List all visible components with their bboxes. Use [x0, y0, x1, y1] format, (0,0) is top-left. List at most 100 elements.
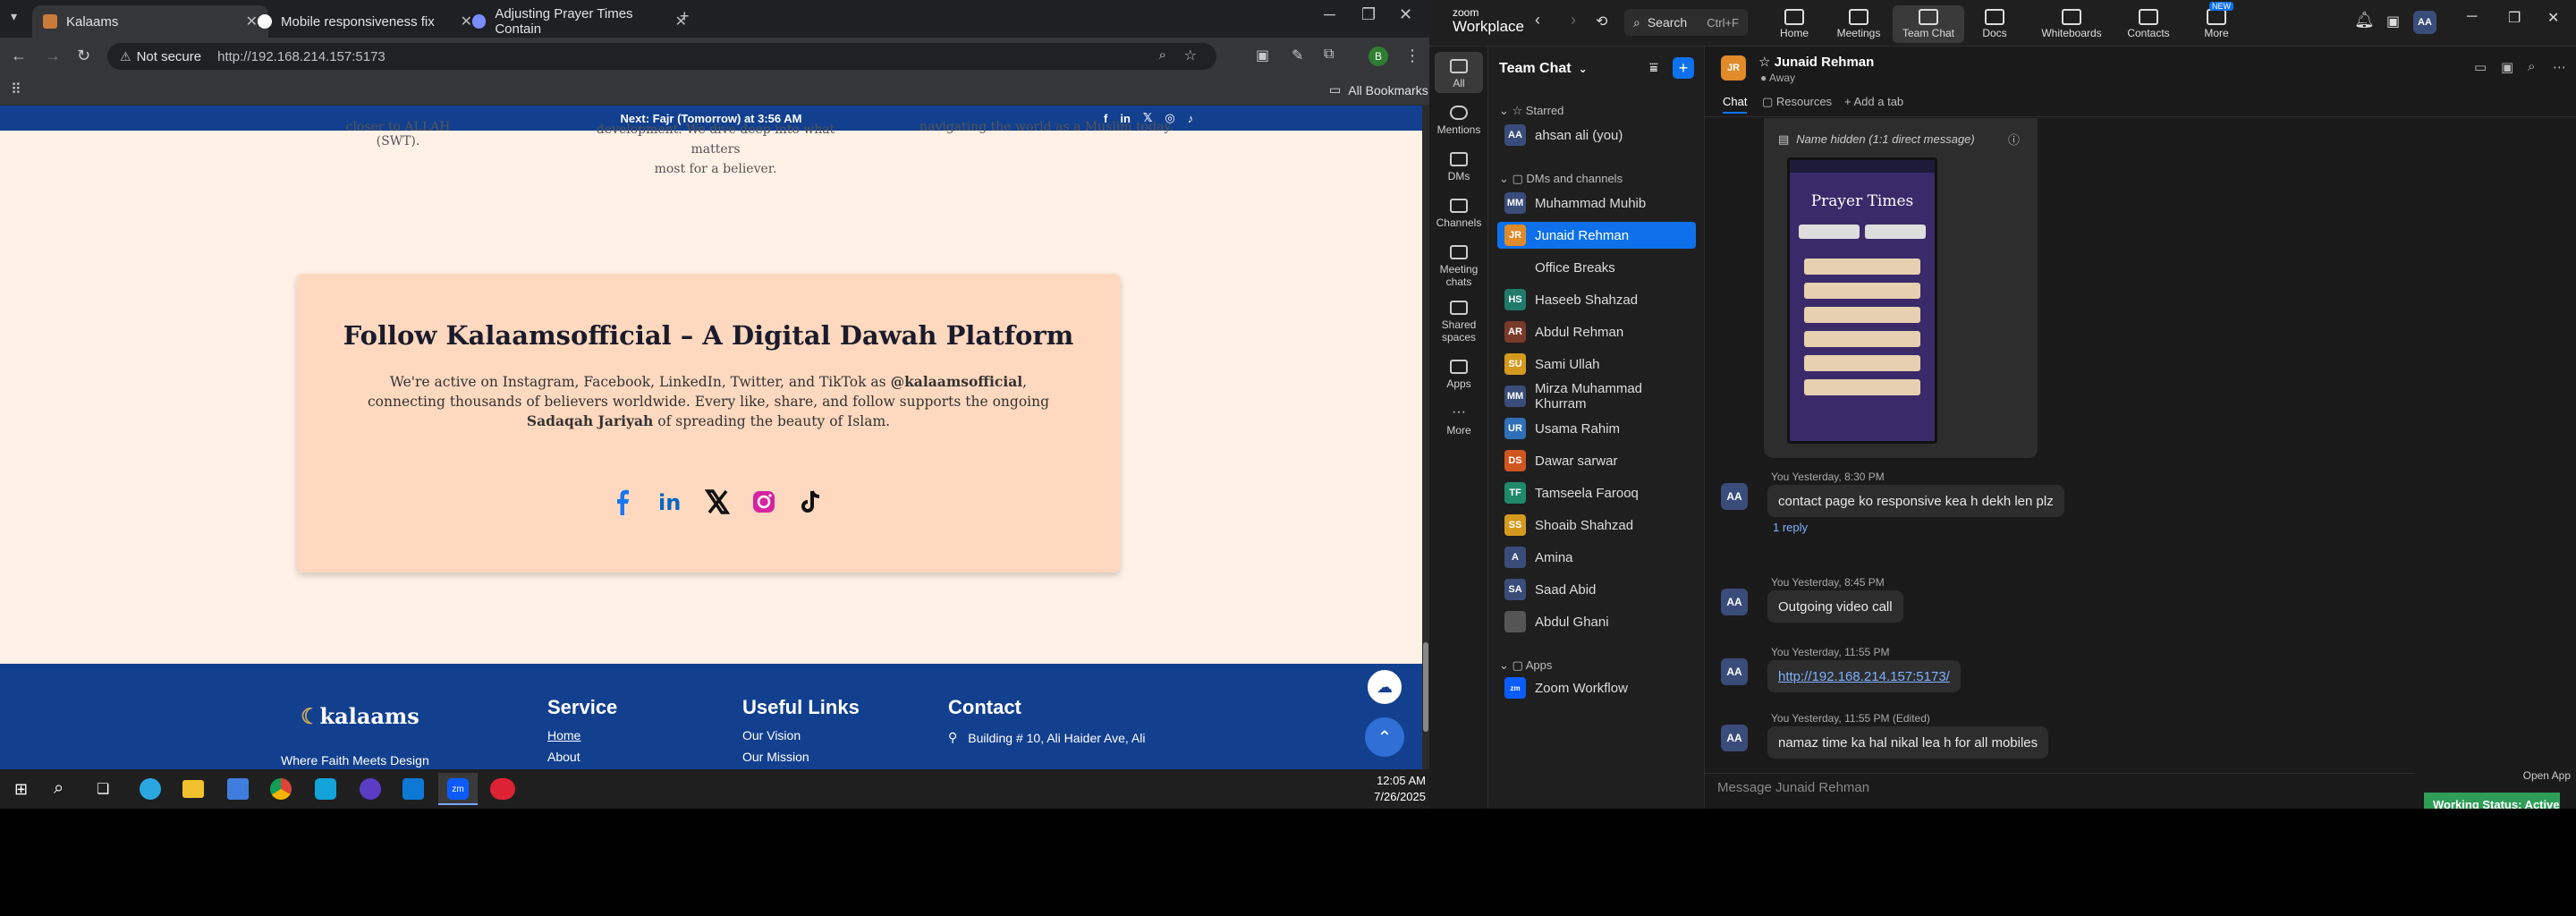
footer-link-mission[interactable]: Our Mission — [742, 750, 809, 764]
message-text[interactable]: http://192.168.214.157:5173/ — [1778, 669, 1950, 684]
restore-window-icon[interactable]: ❐ — [1361, 5, 1376, 24]
github-desktop-icon[interactable] — [360, 778, 381, 800]
nav-home[interactable]: Home — [1758, 5, 1830, 43]
apps-header[interactable]: ⌄ ▢ Apps — [1499, 658, 1552, 673]
sidebar-item-shared-spaces[interactable]: Shared spaces — [1429, 301, 1488, 344]
new-chat-plus-icon[interactable]: + — [1673, 57, 1694, 79]
snipping-tool-icon[interactable] — [490, 778, 515, 800]
zoom-taskbar-button[interactable]: zm — [438, 773, 478, 805]
contact-item[interactable]: UR Usama Rahim — [1497, 415, 1696, 442]
chat-avatar[interactable]: JR — [1721, 55, 1746, 81]
nav-meetings[interactable]: Meetings — [1823, 5, 1894, 43]
sender-avatar[interactable]: AA — [1721, 725, 1748, 751]
facebook-icon[interactable] — [610, 488, 635, 515]
close-window-icon[interactable]: ✕ — [2547, 9, 2559, 27]
close-window-icon[interactable]: ✕ — [1399, 5, 1412, 24]
tab-search-icon[interactable]: ▾ — [11, 9, 17, 24]
edge-icon[interactable] — [140, 778, 161, 800]
contact-item[interactable]: Office Breaks — [1497, 254, 1696, 281]
contact-item[interactable]: MM Muhammad Muhib — [1497, 190, 1696, 216]
scrollbar-thumb[interactable] — [1423, 642, 1428, 732]
x-twitter-icon[interactable] — [705, 488, 730, 515]
chat-header-name[interactable]: ☆ Junaid Rehman — [1758, 54, 1874, 70]
sender-avatar[interactable]: AA — [1721, 658, 1748, 685]
contact-item[interactable]: Abdul Ghani — [1497, 608, 1696, 635]
tab-resources[interactable]: ▢ Resources — [1762, 95, 1832, 109]
footer-link-vision[interactable]: Our Vision — [742, 728, 801, 742]
sidebar-item-dms[interactable]: DMs — [1429, 152, 1488, 182]
tiktok-icon[interactable] — [798, 488, 823, 515]
screen-share-icon[interactable]: ▣ — [2501, 59, 2513, 75]
nav-team-chat[interactable]: Team Chat — [1893, 5, 1964, 43]
contact-item[interactable]: A Amina — [1497, 544, 1696, 571]
team-chat-title-button[interactable]: Team Chat ⌄ — [1499, 61, 1588, 77]
prayer-times-phone-screenshot[interactable]: Prayer Times — [1787, 157, 1937, 444]
reply-count-link[interactable]: 1 reply — [1773, 521, 1808, 534]
nav-more[interactable]: More — [2181, 5, 2252, 43]
file-explorer-icon[interactable] — [182, 780, 204, 798]
whiteboard-quick-icon[interactable]: ▣ — [2386, 13, 2400, 30]
message-input[interactable]: Message Junaid Rehman — [1717, 780, 1869, 795]
new-tab-icon[interactable]: + — [680, 7, 690, 26]
sidebar-item-mentions[interactable]: Mentions — [1429, 106, 1488, 136]
contact-item[interactable]: MM Mirza Muhammad Khurram — [1497, 381, 1696, 411]
sender-avatar[interactable]: AA — [1721, 589, 1748, 615]
forward-icon[interactable]: › — [1571, 11, 1576, 30]
tab-add[interactable]: + Add a tab — [1844, 95, 1903, 108]
info-icon[interactable]: ⓘ — [2008, 131, 2020, 148]
contact-item[interactable]: HS Haseeb Shahzad — [1497, 286, 1696, 313]
nav-contacts[interactable]: Contacts — [2113, 5, 2184, 43]
vscode-icon[interactable] — [402, 778, 424, 800]
nav-docs[interactable]: Docs — [1959, 5, 2030, 43]
sidebar-item-channels[interactable]: Channels — [1429, 199, 1488, 229]
notifications-bell-icon[interactable]: 🔔︎ — [2354, 11, 2375, 30]
video-call-icon[interactable]: ▭ — [2474, 59, 2487, 75]
tab-kalaams[interactable]: Kalaams ✕ — [32, 5, 268, 38]
zoom-search-box[interactable]: ⌕ Search Ctrl+F — [1624, 9, 1748, 36]
chrome-icon[interactable] — [270, 778, 292, 800]
left-clock[interactable]: 12:05 AM 7/26/2025 — [1352, 773, 1426, 805]
forward-icon[interactable]: → — [45, 47, 61, 65]
store-icon[interactable] — [227, 778, 249, 800]
profile-avatar[interactable]: B — [1368, 47, 1388, 66]
contact-item[interactable]: SU Sami Ullah — [1497, 351, 1696, 377]
filter-icon[interactable]: ⩸ — [1649, 61, 1658, 77]
profile-avatar[interactable]: AA — [2413, 11, 2436, 34]
chat-search-icon[interactable]: ⌕ — [2528, 59, 2535, 74]
tab-chat[interactable]: Chat — [1723, 95, 1748, 114]
contact-item[interactable]: DS Dawar sarwar — [1497, 447, 1696, 474]
windows-start-icon[interactable]: ⊞ — [14, 780, 28, 799]
reload-icon[interactable]: ↻ — [77, 47, 90, 65]
message-bubble[interactable]: namaz time ka hal nikal lea h for all mo… — [1767, 726, 2049, 759]
starred-header[interactable]: ⌄ ☆ Starred — [1499, 104, 1563, 118]
app-icon[interactable] — [315, 778, 336, 800]
nav-whiteboards[interactable]: Whiteboards — [2036, 5, 2107, 43]
history-icon[interactable]: ⟲ — [1596, 13, 1607, 30]
chat-widget-button[interactable]: ☁ — [1365, 667, 1404, 707]
extensions-puzzle-icon[interactable]: ⧉ — [1324, 47, 1334, 63]
tab-adjusting-prayer-times[interactable]: Adjusting Prayer Times Contain ✕ — [462, 5, 698, 38]
message-bubble[interactable]: http://192.168.214.157:5173/ — [1767, 660, 1961, 692]
contact-item[interactable]: TF Tamseela Farooq — [1497, 479, 1696, 506]
footer-logo[interactable]: ☾kalaams — [301, 703, 419, 729]
restore-window-icon[interactable]: ❐ — [2508, 9, 2521, 27]
shared-image-card[interactable]: ▤ Name hidden (1:1 direct message) ⓘ Pra… — [1764, 118, 2038, 458]
extension-2-icon[interactable]: ✎ — [1292, 47, 1303, 64]
dms-channels-header[interactable]: ⌄ ▢ DMs and channels — [1499, 172, 1623, 186]
message-bubble[interactable]: contact page ko responsive kea h dekh le… — [1767, 485, 2064, 517]
menu-kebab-icon[interactable]: ⋮ — [1404, 47, 1420, 65]
zoom-lens-icon[interactable]: ⌕ — [1159, 47, 1166, 63]
sidebar-item-apps[interactable]: Apps — [1429, 360, 1488, 390]
message-bubble[interactable]: Outgoing video call — [1767, 590, 1903, 623]
page-scrollbar[interactable] — [1422, 106, 1429, 769]
chat-more-icon[interactable]: ⋯ — [2553, 59, 2566, 75]
instagram-icon[interactable] — [751, 488, 776, 515]
bookmark-star-icon[interactable]: ☆ — [1184, 47, 1197, 64]
contact-item[interactable]: SA Saad Abid — [1497, 576, 1696, 603]
all-bookmarks-button[interactable]: ▭ All Bookmarks — [1329, 82, 1428, 98]
address-bar[interactable]: ⚠ Not secure http://192.168.214.157:5173… — [107, 43, 1216, 70]
linkedin-icon[interactable]: in — [657, 488, 683, 515]
sidebar-item-more[interactable]: ··· More — [1429, 404, 1488, 437]
minimize-window-icon[interactable]: ─ — [2467, 9, 2477, 25]
scroll-to-top-button[interactable]: ⌃ — [1365, 717, 1404, 757]
